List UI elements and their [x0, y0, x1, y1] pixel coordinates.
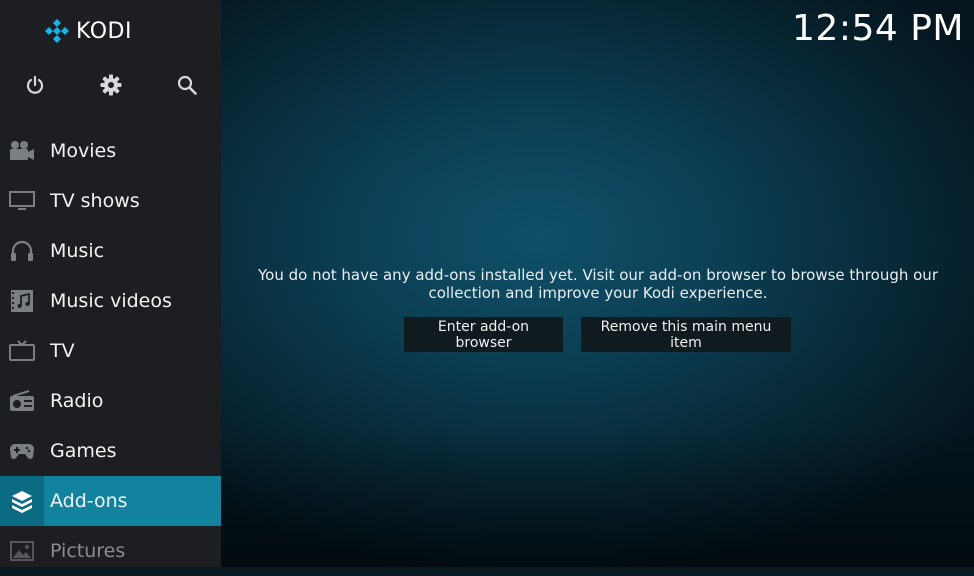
menu-item-label: Music videos: [50, 290, 172, 312]
menu-item-movies[interactable]: Movies: [0, 126, 221, 176]
kodi-logo-icon: [45, 19, 69, 43]
gear-icon: [100, 74, 122, 96]
search-icon: [177, 75, 197, 95]
picture-icon: [0, 526, 44, 576]
menu-item-pictures[interactable]: Pictures: [0, 526, 221, 576]
menu-item-label: Movies: [50, 140, 117, 162]
search-button[interactable]: [172, 70, 202, 100]
enter-addon-browser-button[interactable]: Enter add-on browser: [404, 317, 563, 352]
menu-item-label: Games: [50, 440, 117, 462]
monitor-icon: [0, 176, 44, 226]
settings-button[interactable]: [96, 70, 126, 100]
menu-item-label: Pictures: [50, 540, 126, 562]
tv-icon: [0, 326, 44, 376]
menu-item-radio[interactable]: Radio: [0, 376, 221, 426]
menu-item-games[interactable]: Games: [0, 426, 221, 476]
movie-camera-icon: [0, 126, 44, 176]
remove-menu-item-button[interactable]: Remove this main menu item: [581, 317, 791, 352]
menu-item-add-ons[interactable]: Add-ons: [0, 476, 221, 526]
power-button[interactable]: [20, 70, 50, 100]
addons-box-icon: [0, 476, 44, 526]
menu-item-tv-shows[interactable]: TV shows: [0, 176, 221, 226]
menu-item-label: Music: [50, 240, 105, 262]
menu-item-music[interactable]: Music: [0, 226, 221, 276]
headphones-icon: [0, 226, 44, 276]
clock: 12:54 PM: [792, 8, 964, 49]
menu-item-music-videos[interactable]: Music videos: [0, 276, 221, 326]
menu-item-tv[interactable]: TV: [0, 326, 221, 376]
menu-item-label: Add-ons: [50, 490, 128, 512]
music-video-icon: [0, 276, 44, 326]
gamepad-icon: [0, 426, 44, 476]
empty-addons-message: You do not have any add-ons installed ye…: [258, 266, 938, 302]
radio-icon: [0, 376, 44, 426]
main-menu: Movies TV shows Music Music videos TV Ra…: [0, 126, 221, 576]
menu-item-label: Radio: [50, 390, 104, 412]
power-icon: [26, 75, 44, 94]
menu-item-label: TV shows: [50, 190, 140, 212]
sidebar: KODI Movies TV shows Music Music videos …: [0, 0, 221, 567]
kodi-logo[interactable]: KODI: [44, 16, 132, 46]
menu-item-label: TV: [50, 340, 75, 362]
app-name: KODI: [76, 18, 132, 44]
